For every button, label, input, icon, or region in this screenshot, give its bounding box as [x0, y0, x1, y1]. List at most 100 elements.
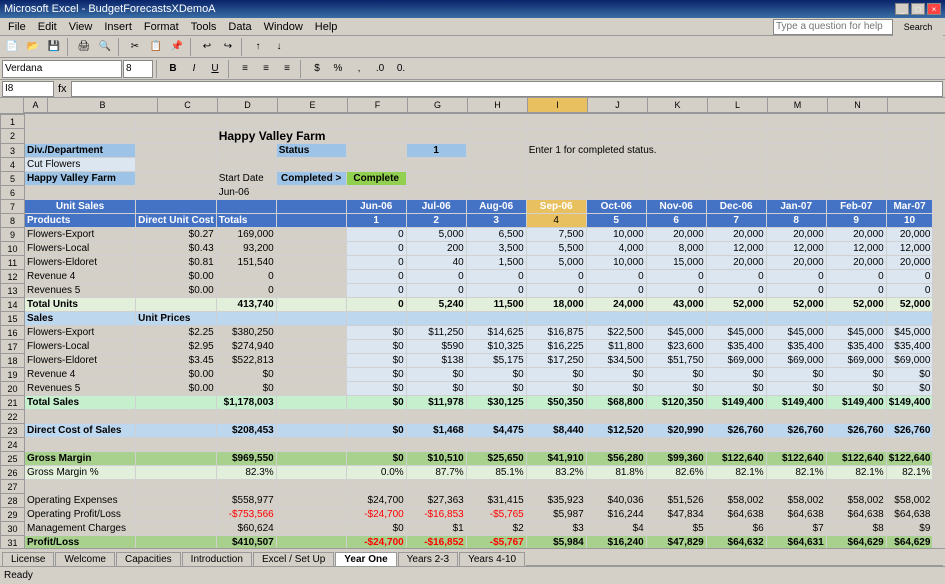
cell-G29[interactable]: -$16,853: [406, 508, 466, 522]
cell-O15[interactable]: [886, 312, 933, 326]
cell-O22[interactable]: [886, 410, 933, 424]
cell-O23[interactable]: $26,760: [886, 424, 933, 438]
cell-G23[interactable]: $1,468: [406, 424, 466, 438]
cell-O29[interactable]: $64,638: [886, 508, 933, 522]
cell-J23[interactable]: $12,520: [586, 424, 646, 438]
decrease-decimal-button[interactable]: 0.: [391, 60, 411, 78]
cell-B28[interactable]: Operating Expenses: [25, 494, 136, 508]
cell-F20[interactable]: $0: [346, 382, 406, 396]
cell-N22[interactable]: [826, 410, 886, 424]
cell-N9[interactable]: 20,000: [826, 228, 886, 242]
cell-C15[interactable]: Unit Prices: [136, 312, 217, 326]
cell-L8[interactable]: 7: [706, 214, 766, 228]
cell-D21[interactable]: $1,178,003: [216, 396, 276, 410]
col-header-N[interactable]: N: [828, 98, 888, 113]
cell-I5[interactable]: [526, 172, 586, 186]
cell-F11[interactable]: 0: [346, 256, 406, 270]
cell-K4[interactable]: [646, 158, 706, 172]
cell-F26[interactable]: 0.0%: [346, 466, 406, 480]
sheet-tab-welcome[interactable]: Welcome: [55, 552, 115, 566]
font-selector[interactable]: [2, 60, 122, 78]
cell-D15[interactable]: [216, 312, 276, 326]
cell-N4[interactable]: [826, 158, 886, 172]
cell-M25[interactable]: $122,640: [766, 452, 826, 466]
cell-I8[interactable]: 4: [526, 214, 586, 228]
cell-E18[interactable]: [276, 354, 346, 368]
cell-O12[interactable]: 0: [886, 270, 933, 284]
cell-B2[interactable]: [25, 129, 136, 144]
cell-D10[interactable]: 93,200: [216, 242, 276, 256]
cell-K19[interactable]: $0: [646, 368, 706, 382]
cell-O17[interactable]: $35,400: [886, 340, 933, 354]
cell-I9[interactable]: 7,500: [526, 228, 586, 242]
cell-D6[interactable]: Jun-06: [216, 186, 276, 200]
help-search-button[interactable]: Search: [893, 18, 943, 36]
cell-G4[interactable]: [406, 158, 466, 172]
cell-M8[interactable]: 8: [766, 214, 826, 228]
cell-C2[interactable]: [136, 129, 217, 144]
cell-J15[interactable]: [586, 312, 646, 326]
cell-M27[interactable]: [766, 480, 826, 494]
cell-O16[interactable]: $45,000: [886, 326, 933, 340]
preview-button[interactable]: 🔍: [95, 38, 115, 56]
print-button[interactable]: 🖨: [74, 38, 94, 56]
cell-E21[interactable]: [276, 396, 346, 410]
cell-L26[interactable]: 82.1%: [706, 466, 766, 480]
cell-M7[interactable]: Jan-07: [766, 200, 826, 214]
cell-C28[interactable]: [136, 494, 217, 508]
cell-F13[interactable]: 0: [346, 284, 406, 298]
cell-G6[interactable]: [406, 186, 466, 200]
cell-M21[interactable]: $149,400: [766, 396, 826, 410]
menu-edit[interactable]: Edit: [32, 20, 63, 34]
cell-I21[interactable]: $50,350: [526, 396, 586, 410]
cell-H19[interactable]: $0: [466, 368, 526, 382]
cut-button[interactable]: ✂: [125, 38, 145, 56]
cell-F6[interactable]: [346, 186, 406, 200]
sheet-tab-years-2-3[interactable]: Years 2-3: [398, 552, 458, 566]
cell-F15[interactable]: [346, 312, 406, 326]
cell-M31[interactable]: $64,631: [766, 536, 826, 549]
cell-J9[interactable]: 10,000: [586, 228, 646, 242]
cell-K7[interactable]: Nov-06: [646, 200, 706, 214]
col-header-A[interactable]: A: [24, 98, 48, 113]
cell-C11[interactable]: $0.81: [136, 256, 217, 270]
cell-O11[interactable]: 20,000: [886, 256, 933, 270]
cell-N16[interactable]: $45,000: [826, 326, 886, 340]
cell-K6[interactable]: [646, 186, 706, 200]
cell-E13[interactable]: [276, 284, 346, 298]
cell-M4[interactable]: [766, 158, 826, 172]
cell-N12[interactable]: 0: [826, 270, 886, 284]
cell-M2[interactable]: [766, 129, 826, 144]
cell-N29[interactable]: $64,638: [826, 508, 886, 522]
cell-L19[interactable]: $0: [706, 368, 766, 382]
cell-N7[interactable]: Feb-07: [826, 200, 886, 214]
cell-D19[interactable]: $0: [216, 368, 276, 382]
cell-K15[interactable]: [646, 312, 706, 326]
col-header-F[interactable]: F: [348, 98, 408, 113]
cell-E26[interactable]: [276, 466, 346, 480]
cell-O5[interactable]: [886, 172, 933, 186]
cell-D29[interactable]: -$753,566: [216, 508, 276, 522]
cell-B1[interactable]: [25, 115, 136, 129]
cell-N25[interactable]: $122,640: [826, 452, 886, 466]
undo-button[interactable]: ↩: [197, 38, 217, 56]
new-button[interactable]: 📄: [2, 38, 22, 56]
cell-B16[interactable]: Flowers-Export: [25, 326, 136, 340]
cell-B9[interactable]: Flowers-Export: [25, 228, 136, 242]
cell-G20[interactable]: $0: [406, 382, 466, 396]
cell-J25[interactable]: $56,280: [586, 452, 646, 466]
cell-M16[interactable]: $45,000: [766, 326, 826, 340]
cell-B4[interactable]: Cut Flowers: [25, 158, 136, 172]
cell-I16[interactable]: $16,875: [526, 326, 586, 340]
cell-G31[interactable]: -$16,852: [406, 536, 466, 549]
sheet-tab-year-one[interactable]: Year One: [335, 552, 396, 566]
cell-E22[interactable]: [276, 410, 346, 424]
menu-tools[interactable]: Tools: [185, 20, 223, 34]
cell-B23[interactable]: Direct Cost of Sales: [25, 424, 136, 438]
align-left-button[interactable]: ≡: [235, 60, 255, 78]
cell-B30[interactable]: Management Charges: [25, 522, 136, 536]
cell-G18[interactable]: $138: [406, 354, 466, 368]
col-header-I[interactable]: I: [528, 98, 588, 113]
cell-L18[interactable]: $69,000: [706, 354, 766, 368]
cell-C3[interactable]: [136, 144, 217, 158]
